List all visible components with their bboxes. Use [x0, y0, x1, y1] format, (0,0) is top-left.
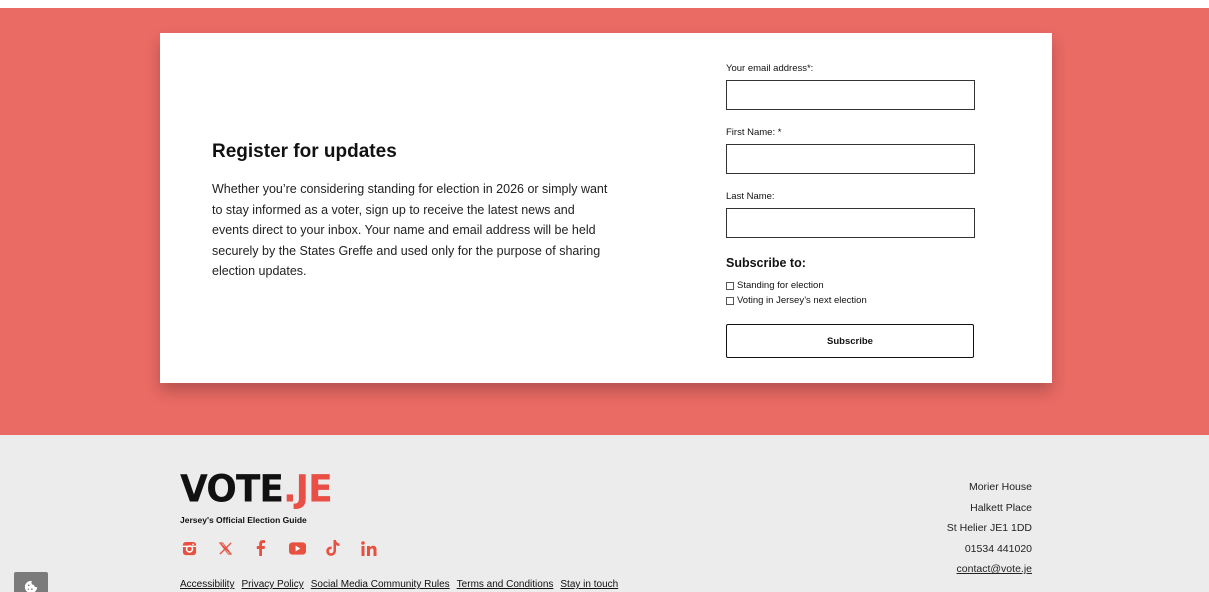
- community-rules-link[interactable]: Social Media Community Rules: [311, 579, 450, 590]
- logo-tagline: Jersey's Official Election Guide: [180, 515, 307, 525]
- first-name-label: First Name: *: [726, 127, 782, 138]
- x-icon[interactable]: [216, 539, 234, 557]
- logo-vote: VOTE: [180, 467, 284, 511]
- first-name-field[interactable]: [726, 144, 975, 174]
- subscribe-heading: Subscribe to:: [726, 256, 806, 270]
- top-strip: [0, 0, 1209, 8]
- address-line-2: Halkett Place: [970, 501, 1032, 514]
- register-description: Whether you’re considering standing for …: [212, 182, 608, 278]
- option-voting[interactable]: Voting in Jersey’s next election: [726, 295, 867, 306]
- email-field[interactable]: [726, 80, 975, 110]
- voting-checkbox[interactable]: [726, 296, 734, 305]
- linkedin-icon[interactable]: [360, 539, 378, 557]
- standing-label: Standing for election: [737, 280, 824, 291]
- email-label: Your email address*:: [726, 63, 814, 74]
- privacy-policy-link[interactable]: Privacy Policy: [241, 579, 303, 590]
- contact-address: Morier House Halkett Place St Helier JE1…: [947, 477, 1032, 580]
- cookie-settings-button[interactable]: [14, 572, 48, 592]
- address-line-3: St Helier JE1 1DD: [946, 522, 1032, 534]
- tiktok-icon[interactable]: [324, 539, 342, 557]
- last-name-label: Last Name:: [726, 191, 775, 202]
- contact-email-link[interactable]: contact@vote.je: [947, 559, 1032, 580]
- register-card: Register for updates Whether you’re cons…: [160, 33, 1052, 383]
- stay-in-touch-link[interactable]: Stay in touch: [560, 579, 618, 590]
- register-title: Register for updates: [212, 141, 397, 162]
- accessibility-link[interactable]: Accessibility: [180, 579, 234, 590]
- footer-links: Accessibility Privacy Policy Social Medi…: [180, 579, 618, 590]
- youtube-icon[interactable]: [288, 539, 306, 557]
- standing-checkbox[interactable]: [726, 281, 734, 290]
- terms-link[interactable]: Terms and Conditions: [457, 579, 554, 590]
- address-line-1: Morier House: [968, 481, 1032, 493]
- footer: VOTE.JE Jersey's Official Election Guide…: [0, 435, 1209, 592]
- instagram-icon[interactable]: [180, 539, 198, 557]
- vote-je-logo[interactable]: VOTE.JE: [180, 467, 333, 511]
- subscribe-button[interactable]: Subscribe: [726, 324, 974, 358]
- phone-number: 01534 441020: [964, 542, 1032, 555]
- logo-je: JE: [295, 467, 333, 511]
- last-name-field[interactable]: [726, 208, 975, 238]
- logo-dot: .: [282, 467, 297, 511]
- voting-label: Voting in Jersey’s next election: [737, 295, 867, 306]
- option-standing[interactable]: Standing for election: [726, 280, 824, 291]
- facebook-icon[interactable]: [252, 539, 270, 557]
- cookie-icon: [24, 580, 38, 592]
- social-links: [180, 539, 378, 557]
